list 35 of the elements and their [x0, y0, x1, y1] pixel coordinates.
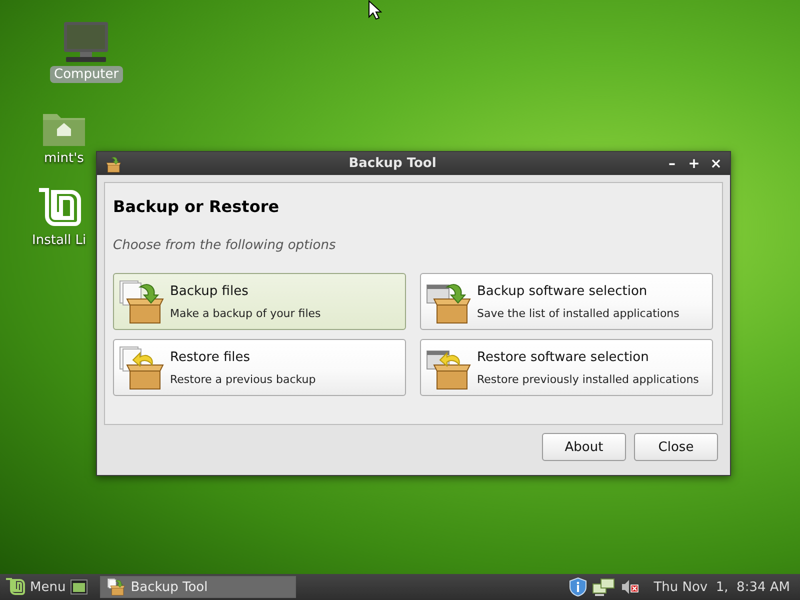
documents-box-icon [118, 278, 164, 324]
dialog-button[interactable]: Close [634, 433, 718, 461]
option-description: Make a backup of your files [170, 306, 321, 320]
option-description: Restore previously installed applications [477, 372, 699, 386]
shield-info-icon [568, 577, 588, 597]
mint-logo-icon [4, 577, 26, 597]
option-button[interactable]: Restore software selection Restore previously installed applications [420, 339, 713, 396]
taskbar-task[interactable]: Backup Tool [100, 576, 296, 598]
minimize-button[interactable]: – [664, 156, 680, 172]
mouse-pointer-icon [368, 0, 382, 20]
clock[interactable]: Thu Nov 1, 8:34 AM [654, 580, 790, 594]
close-button[interactable]: × [708, 156, 724, 172]
option-title: Restore software selection [477, 350, 650, 364]
option-title: Restore files [170, 350, 252, 364]
menu-button[interactable]: Menu [4, 577, 66, 597]
option-button[interactable]: Backup software selection Save the list of installed applications [420, 273, 713, 330]
documents-box-icon [118, 344, 164, 390]
maximize-button[interactable]: + [686, 156, 702, 172]
app-icon [103, 154, 121, 172]
window-title: Backup Tool [348, 156, 438, 171]
desktop-icon-label[interactable]: mint's [40, 150, 88, 167]
dialog-heading: Backup or Restore [113, 197, 280, 216]
show-desktop-icon [70, 579, 88, 595]
option-button[interactable]: Backup files Make a backup of your files [113, 273, 406, 330]
option-description: Restore a previous backup [170, 372, 316, 386]
computer-icon [62, 20, 110, 64]
network-icon [592, 577, 616, 597]
option-button[interactable]: Restore files Restore a previous backup [113, 339, 406, 396]
option-title: Backup software selection [477, 284, 648, 298]
desktop-icon-label[interactable]: Install Li [28, 232, 90, 249]
dialog-button[interactable]: About [542, 433, 626, 461]
option-description: Save the list of installed applications [477, 306, 680, 320]
app-icon [106, 578, 125, 596]
instruction-text: Choose from the following options [113, 238, 337, 253]
option-title: Backup files [170, 284, 250, 298]
